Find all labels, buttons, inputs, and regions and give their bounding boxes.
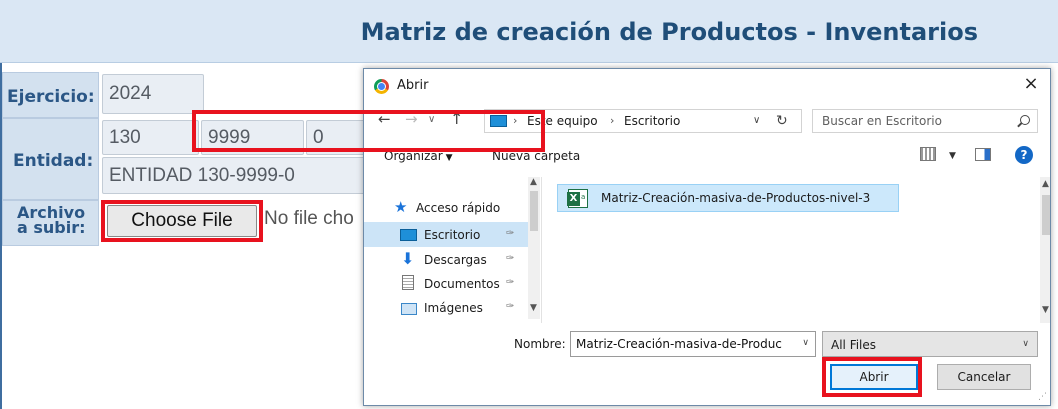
chevron-down-icon[interactable]: ∨ [753,115,760,126]
open-button-highlight-box [822,357,922,397]
file-name: Matriz-Creación-masiva-de-Productos-nive… [601,191,871,205]
pin-icon: ✑ [506,277,515,288]
scroll-up-icon[interactable]: ▲ [530,177,537,187]
navigation-pane: ★ Acceso rápido Escritorio ✑ ⬇ Descargas… [364,177,542,323]
file-list-scrollbar[interactable]: ▲ ▼ [1040,177,1050,323]
ejercicio-label: Ejercicio: [2,72,99,118]
nav-item-label: Escritorio [424,228,481,242]
nav-item-label: Documentos [424,277,500,291]
no-file-chosen-text: No file cho [264,208,354,229]
star-icon: ★ [394,198,408,216]
refresh-icon[interactable]: ↻ [776,113,788,129]
cancel-button[interactable]: Cancelar [937,364,1031,390]
entidad-code1-field[interactable]: 130 [102,120,199,155]
search-icon [1020,115,1030,125]
entidad-label: Entidad: [2,118,99,200]
search-input[interactable] [813,110,1003,132]
nav-item-acceso-rapido[interactable]: ★ Acceso rápido [364,195,528,220]
nav-item-label: Acceso rápido [416,201,501,215]
chrome-icon [374,79,389,94]
help-icon[interactable]: ? [1015,146,1033,164]
nav-item-escritorio[interactable]: Escritorio ✑ [364,222,528,247]
entidad-name-field[interactable]: ENTIDAD 130-9999-0 [102,157,366,194]
search-box[interactable] [812,109,1038,133]
file-highlight-box [192,110,545,152]
nav-item-label: Descargas [424,253,487,267]
archivo-label: Archivo a subir: [2,200,99,246]
resize-grip-icon[interactable]: ⋰ [1038,392,1047,402]
documents-icon [402,275,414,290]
scrollbar-thumb[interactable] [530,191,538,231]
close-button[interactable]: × [1020,73,1042,97]
filename-combobox[interactable]: ∨ [570,331,816,357]
page-title: Matriz de creación de Productos - Invent… [360,18,978,46]
scroll-up-icon[interactable]: ▲ [1042,179,1049,189]
chevron-down-icon[interactable]: ∨ [802,338,809,348]
file-list: Xa Matriz-Creación-masiva-de-Productos-n… [543,177,1039,323]
nav-item-label: Imágenes [424,301,483,315]
download-icon: ⬇ [401,249,415,268]
filetype-select[interactable]: All Files ∨ [822,331,1038,357]
filetype-value: All Files [831,338,877,352]
file-item[interactable]: Xa Matriz-Creación-masiva-de-Productos-n… [557,184,899,212]
chevron-down-icon: ∨ [1022,339,1029,349]
header-bar: Matriz de creación de Productos - Invent… [0,0,1058,63]
filename-label: Nombre: [514,337,566,351]
choose-file-highlight-box [101,200,263,242]
caret-down-icon: ▼ [445,153,453,163]
ejercicio-field[interactable]: 2024 [102,74,204,114]
images-icon [401,303,417,315]
preview-pane-icon[interactable] [975,148,991,161]
nav-pane-scrollbar[interactable]: ▲ ▼ [528,177,540,319]
filename-input[interactable] [571,332,793,356]
excel-icon: Xa [567,189,588,208]
pin-icon: ✑ [506,253,515,264]
view-options-icon[interactable] [920,147,936,161]
nav-item-documentos[interactable]: Documentos ✑ [364,271,528,296]
dialog-titlebar[interactable]: Abrir × [364,69,1050,103]
caret-down-icon[interactable]: ▼ [949,151,956,161]
desktop-folder-icon [400,229,417,241]
scroll-down-icon[interactable]: ▼ [530,303,537,313]
scrollbar-thumb[interactable] [1042,195,1050,235]
breadcrumb-escritorio[interactable]: Escritorio [624,114,680,128]
dialog-title: Abrir [397,78,429,93]
breadcrumb-separator[interactable]: › [610,114,614,127]
pin-icon: ✑ [506,228,515,239]
nav-item-imagenes[interactable]: Imágenes ✑ [364,295,528,320]
pin-icon: ✑ [506,301,515,312]
nav-item-descargas[interactable]: ⬇ Descargas ✑ [364,247,528,272]
scroll-down-icon[interactable]: ▼ [1042,305,1049,315]
